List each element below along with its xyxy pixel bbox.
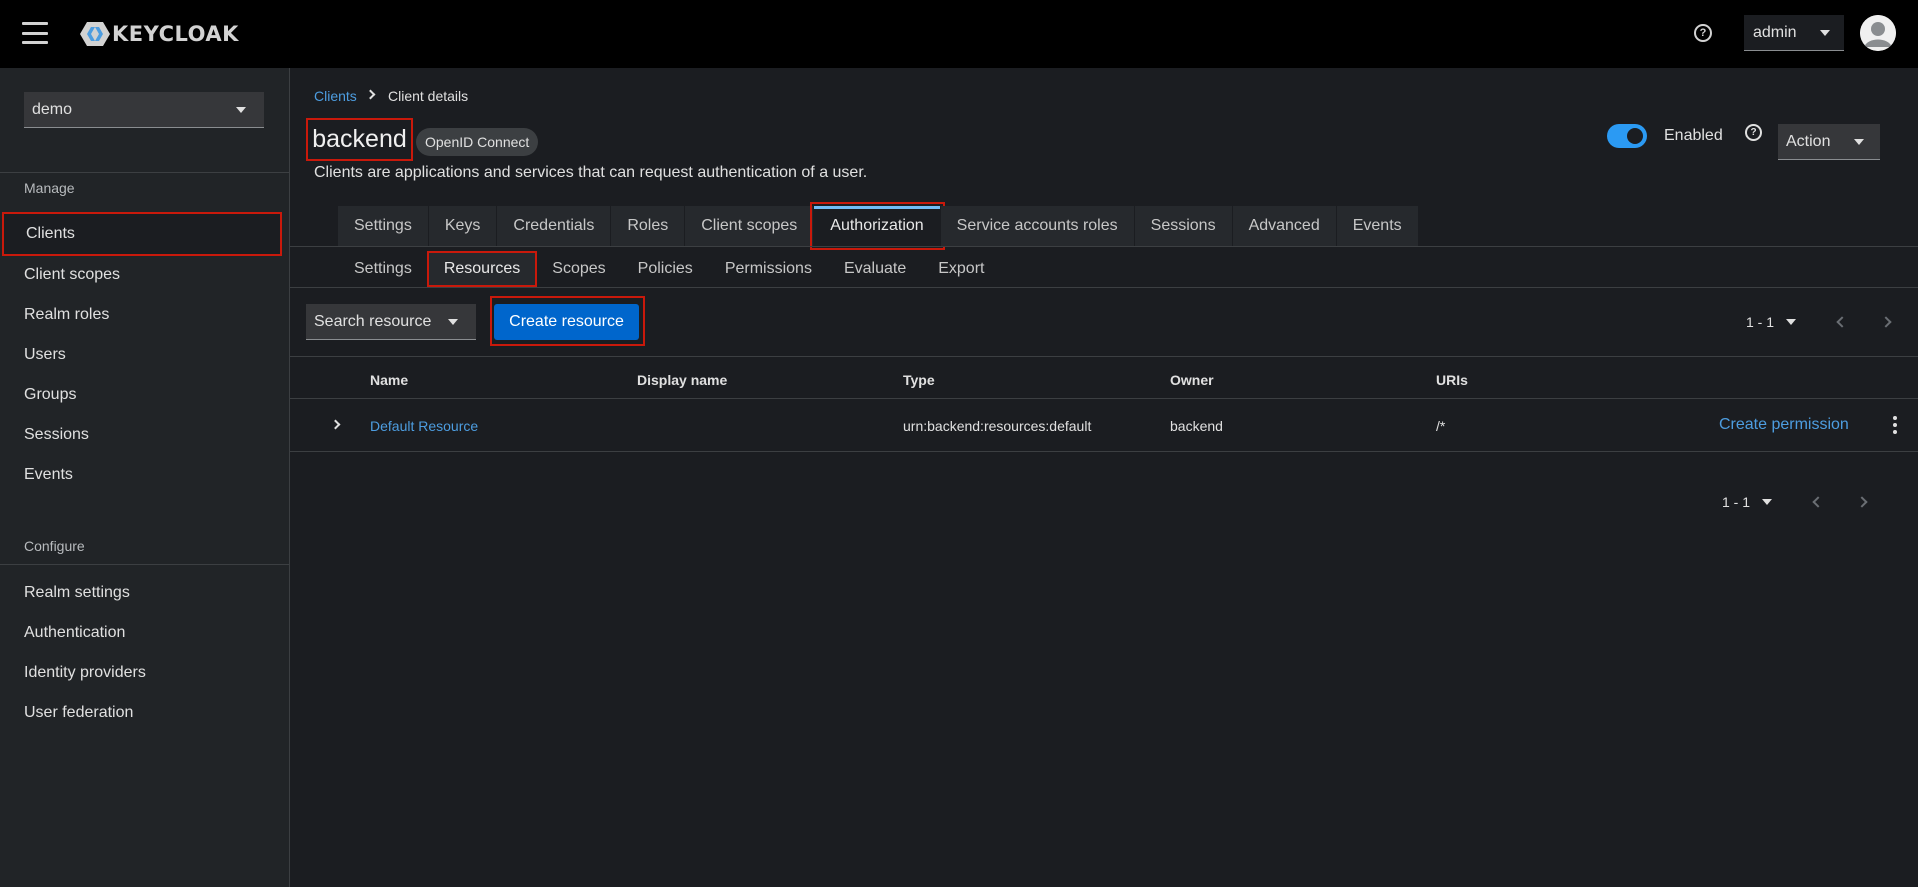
chevron-right-icon bbox=[365, 89, 376, 100]
subtab-settings[interactable]: Settings bbox=[338, 252, 428, 286]
kebab-menu-icon[interactable] bbox=[1893, 416, 1897, 434]
user-dropdown[interactable]: admin bbox=[1744, 15, 1844, 51]
sidebar-item-user-federation[interactable]: User federation bbox=[24, 704, 133, 722]
authorization-subtabs: Settings Resources Scopes Policies Permi… bbox=[338, 251, 1000, 287]
action-label: Action bbox=[1786, 132, 1831, 150]
subtab-policies[interactable]: Policies bbox=[622, 252, 709, 286]
previous-page-icon[interactable] bbox=[1812, 496, 1824, 508]
chevron-down-icon bbox=[1762, 499, 1773, 505]
keycloak-logo[interactable]: KEYCLOAK bbox=[76, 19, 239, 49]
brand-name: KEYCLOAK bbox=[112, 22, 239, 46]
divider bbox=[0, 172, 289, 173]
subtab-permissions[interactable]: Permissions bbox=[709, 252, 828, 286]
tab-sessions[interactable]: Sessions bbox=[1134, 206, 1233, 246]
avatar[interactable] bbox=[1860, 15, 1896, 51]
page-title-highlight: backend bbox=[306, 118, 413, 161]
sidebar-item-identity-providers[interactable]: Identity providers bbox=[24, 664, 146, 682]
sidebar-item-realm-settings[interactable]: Realm settings bbox=[24, 584, 130, 602]
column-header-owner: Owner bbox=[1170, 372, 1214, 388]
tab-roles[interactable]: Roles bbox=[611, 206, 686, 246]
column-header-name[interactable]: Name bbox=[370, 372, 408, 388]
chevron-down-icon bbox=[1854, 139, 1864, 145]
sidebar-item-sessions[interactable]: Sessions bbox=[24, 426, 89, 444]
tab-credentials[interactable]: Credentials bbox=[497, 206, 612, 246]
sidebar-item-client-scopes[interactable]: Client scopes bbox=[24, 266, 120, 284]
resource-uris: /* bbox=[1436, 418, 1446, 434]
protocol-badge: OpenID Connect bbox=[416, 128, 539, 156]
pagination-bottom[interactable]: 1 - 1 bbox=[1722, 494, 1773, 510]
next-page-icon[interactable] bbox=[1880, 316, 1892, 328]
sidebar-item-realm-roles[interactable]: Realm roles bbox=[24, 306, 109, 324]
subtab-export[interactable]: Export bbox=[922, 252, 1000, 286]
realm-selector[interactable]: demo bbox=[24, 92, 264, 128]
sidebar-item-groups[interactable]: Groups bbox=[24, 386, 76, 404]
resource-type: urn:backend:resources:default bbox=[903, 418, 1092, 434]
column-header-display-name: Display name bbox=[637, 372, 728, 388]
sidebar-item-users[interactable]: Users bbox=[24, 346, 66, 364]
nav-section-configure: Configure bbox=[24, 538, 85, 554]
tab-settings[interactable]: Settings bbox=[338, 206, 429, 246]
enabled-toggle[interactable] bbox=[1607, 124, 1647, 148]
realm-name: demo bbox=[32, 100, 73, 118]
column-header-type: Type bbox=[903, 372, 935, 388]
enabled-label: Enabled bbox=[1664, 127, 1723, 144]
sidebar: demo Manage Clients Client scopes Realm … bbox=[0, 68, 290, 887]
breadcrumb-clients-link[interactable]: Clients bbox=[314, 88, 357, 104]
divider bbox=[290, 287, 1918, 288]
action-dropdown[interactable]: Action bbox=[1778, 124, 1880, 160]
expand-row-icon[interactable] bbox=[330, 419, 341, 430]
page-title: backend bbox=[312, 125, 407, 153]
help-icon[interactable]: ? bbox=[1745, 124, 1762, 141]
pagination-top[interactable]: 1 - 1 bbox=[1746, 314, 1797, 330]
breadcrumb-current: Client details bbox=[388, 88, 469, 104]
user-avatar-icon bbox=[1860, 15, 1896, 51]
tab-client-scopes[interactable]: Client scopes bbox=[685, 206, 815, 246]
create-resource-button[interactable]: Create resource bbox=[494, 304, 639, 340]
nav-section-manage: Manage bbox=[24, 180, 75, 196]
chevron-down-icon bbox=[1786, 319, 1797, 325]
divider bbox=[0, 564, 289, 565]
resource-name-link[interactable]: Default Resource bbox=[370, 418, 478, 434]
tab-keys[interactable]: Keys bbox=[428, 206, 498, 246]
pagination-count: 1 - 1 bbox=[1722, 494, 1751, 510]
divider bbox=[290, 398, 1918, 399]
masthead: KEYCLOAK ? admin bbox=[0, 0, 1918, 68]
chevron-down-icon bbox=[1820, 30, 1830, 36]
tab-advanced[interactable]: Advanced bbox=[1232, 206, 1337, 246]
next-page-icon[interactable] bbox=[1856, 496, 1868, 508]
tab-service-accounts-roles[interactable]: Service accounts roles bbox=[940, 206, 1135, 246]
subtab-evaluate[interactable]: Evaluate bbox=[828, 252, 922, 286]
search-resource-label: Search resource bbox=[314, 312, 432, 330]
sidebar-item-clients[interactable]: Clients bbox=[2, 212, 282, 256]
user-name: admin bbox=[1753, 23, 1797, 41]
create-permission-link[interactable]: Create permission bbox=[1719, 416, 1849, 434]
divider bbox=[290, 246, 1918, 247]
pagination-count: 1 - 1 bbox=[1746, 314, 1775, 330]
search-resource-dropdown[interactable]: Search resource bbox=[306, 304, 476, 340]
previous-page-icon[interactable] bbox=[1836, 316, 1848, 328]
menu-toggle-icon[interactable] bbox=[22, 22, 48, 44]
page-description: Clients are applications and services th… bbox=[314, 164, 868, 181]
tab-events[interactable]: Events bbox=[1336, 206, 1419, 246]
client-tabs: Settings Keys Credentials Roles Client s… bbox=[338, 202, 1419, 250]
sidebar-item-authentication[interactable]: Authentication bbox=[24, 624, 125, 642]
resource-owner: backend bbox=[1170, 418, 1223, 434]
help-icon[interactable]: ? bbox=[1694, 24, 1712, 42]
divider bbox=[290, 451, 1918, 452]
subtab-scopes[interactable]: Scopes bbox=[536, 252, 621, 286]
subtab-resources[interactable]: Resources bbox=[426, 251, 538, 287]
divider bbox=[290, 356, 1918, 357]
keycloak-logo-icon bbox=[80, 22, 110, 46]
chevron-down-icon bbox=[236, 107, 246, 113]
column-header-uris: URIs bbox=[1436, 372, 1468, 388]
sidebar-item-events[interactable]: Events bbox=[24, 466, 73, 484]
chevron-down-icon bbox=[448, 319, 458, 325]
tab-authorization[interactable]: Authorization bbox=[810, 202, 945, 250]
